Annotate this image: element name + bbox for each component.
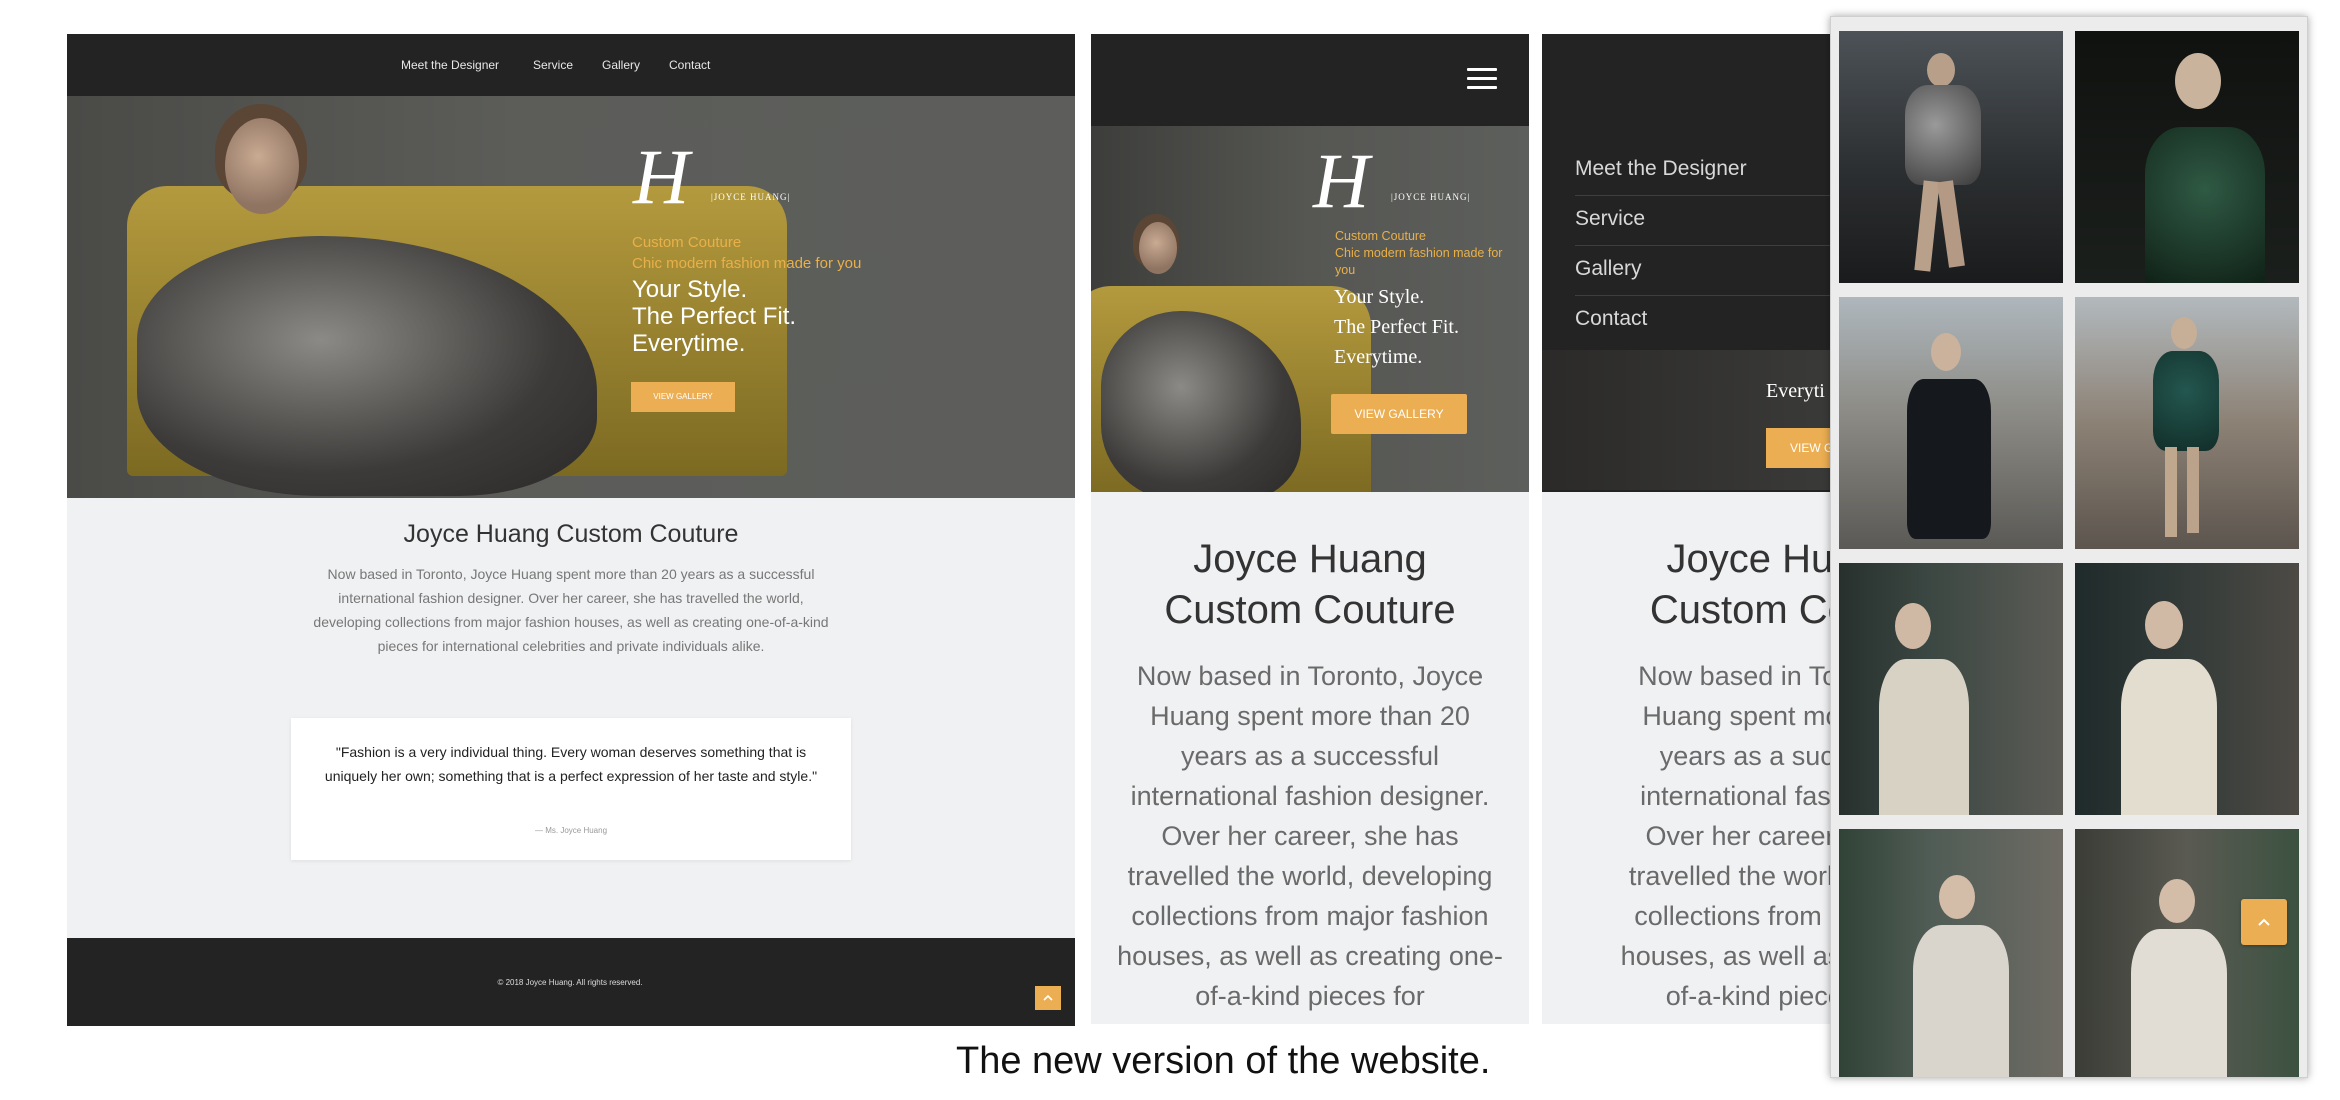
hero-headline-1: Your Style. xyxy=(632,276,748,303)
chevron-up-icon xyxy=(2258,918,2270,926)
hero-headline-2: The Perfect Fit. xyxy=(632,303,797,330)
hero-banner-peek: Everyti VIEW G xyxy=(1542,350,1832,490)
about-line: Over her career, she has xyxy=(1161,821,1459,851)
hero-tagline-2: Chic modern fashion made for you xyxy=(1335,246,1503,277)
hero-photo-face xyxy=(1139,222,1177,274)
menu-item-gallery[interactable]: Gallery xyxy=(1575,246,1832,296)
gallery-photo[interactable] xyxy=(1839,31,2063,283)
about-line: international fashion xyxy=(1640,781,1832,811)
hero-photo-face xyxy=(225,118,299,214)
quote-card: "Fashion is a very individual thing. Eve… xyxy=(291,718,851,860)
hero-tagline-1: Custom Couture xyxy=(632,234,742,251)
hero-banner: H |JOYCE HUANG| Custom Couture Chic mode… xyxy=(67,96,1075,498)
nav-service[interactable]: Service xyxy=(533,58,573,72)
section-title-line-1: Joyce Hua xyxy=(1666,537,1833,581)
mobile-top-bar xyxy=(1091,34,1529,126)
chevron-up-icon xyxy=(1043,994,1053,1001)
desktop-nav-bar: Meet the Designer Service Gallery Contac… xyxy=(67,34,1075,96)
about-text: Now based in Toronto, Joyce Huang spent … xyxy=(313,566,829,654)
gallery-photo[interactable] xyxy=(2075,563,2299,815)
quote-author: — Ms. Joyce Huang xyxy=(534,826,608,835)
about-line: Now based in Toront xyxy=(1638,661,1832,691)
view-gallery-button[interactable]: VIEW GALLERY xyxy=(1331,394,1467,434)
section-title-line-2: Custom Cou xyxy=(1649,588,1832,632)
hero-headline-1: Your Style. xyxy=(1334,286,1425,308)
about-line: collections from major fashion xyxy=(1131,901,1489,931)
about-line: Huang spent more t xyxy=(1642,701,1832,731)
section-title-line-2: Custom Couture xyxy=(1164,588,1456,632)
back-to-top-button[interactable] xyxy=(1035,986,1061,1010)
about-line: travelled the world, developing xyxy=(1127,861,1493,891)
hero-tagline-1: Custom Couture xyxy=(1335,229,1427,243)
about-line: Now based in Toronto, Joyce xyxy=(1136,661,1484,691)
menu-item-service[interactable]: Service xyxy=(1575,196,1832,246)
menu-item-meet-the-designer[interactable]: Meet the Designer xyxy=(1575,146,1832,196)
section-title: Joyce Huang Custom Couture xyxy=(1091,534,1529,636)
about-line: years as a succe xyxy=(1659,741,1832,771)
hamburger-menu-icon[interactable] xyxy=(1467,68,1497,90)
footer-copyright: © 2018 Joyce Huang. All rights reserved. xyxy=(497,978,643,987)
quote-text: "Fashion is a very individual thing. Eve… xyxy=(324,744,818,784)
hero-headline-2: The Perfect Fit. xyxy=(1334,316,1459,338)
mobile-menu-panel: Everyti VIEW G Meet the Designer Service… xyxy=(1542,34,1832,492)
gallery-screenshot xyxy=(1830,16,2308,1078)
hero-headline: Your Style. The Perfect Fit. Everytime. xyxy=(632,276,796,357)
gallery-photo[interactable] xyxy=(2075,297,2299,549)
hero-headline-3: Everytime. xyxy=(1334,346,1423,368)
hero-headline-peek: Everyti xyxy=(1766,380,1825,402)
about-line: Over her career, sh xyxy=(1645,821,1832,851)
about-line: houses, as well as creating one- xyxy=(1117,941,1503,971)
gallery-photo[interactable] xyxy=(2075,31,2299,283)
nav-meet-the-designer[interactable]: Meet the Designer xyxy=(401,58,499,72)
hero-headline-3: Everytime. xyxy=(632,330,746,357)
nav-gallery[interactable]: Gallery xyxy=(602,58,640,72)
about-text: Now based in Toront Huang spent more t y… xyxy=(1542,656,1832,1016)
mobile-screenshot: H |JOYCE HUANG| Custom Couture Chic mode… xyxy=(1091,34,1529,1024)
view-gallery-button[interactable]: VIEW G xyxy=(1766,428,1832,468)
hero-tagline: Custom Couture Chic modern fashion made … xyxy=(1335,228,1515,279)
about-line: travelled the world, de xyxy=(1628,861,1832,891)
section-title: Joyce Huang Custom Couture xyxy=(403,520,739,548)
caption-text: The new version of the website. xyxy=(956,1040,1491,1082)
about-line: collections from majo xyxy=(1634,901,1832,931)
about-text: Now based in Toronto, Joyce Huang spent … xyxy=(1091,656,1529,1016)
desktop-screenshot: Meet the Designer Service Gallery Contac… xyxy=(67,34,1075,1026)
joyce-huang-logo: H |JOYCE HUANG| xyxy=(1313,137,1471,224)
gallery-photo[interactable] xyxy=(2075,829,2299,1077)
about-line: of-a-kind pieces xyxy=(1665,981,1832,1011)
about-line: international fashion designer. xyxy=(1130,781,1490,811)
mobile-menu-screenshot: Everyti VIEW G Meet the Designer Service… xyxy=(1542,34,1832,1024)
gallery-photo[interactable] xyxy=(1839,829,2063,1077)
about-line: houses, as well as crea xyxy=(1620,941,1832,971)
about-line: Huang spent more than 20 xyxy=(1150,701,1470,731)
section-title-line-1: Joyce Huang xyxy=(1193,537,1427,581)
back-to-top-button[interactable] xyxy=(2241,899,2287,945)
joyce-huang-logo: H |JOYCE HUANG| xyxy=(633,133,791,220)
hero-tagline: Custom Couture Chic modern fashion made … xyxy=(632,232,861,274)
footer: © 2018 Joyce Huang. All rights reserved. xyxy=(67,938,1075,1026)
hero-tagline-2: Chic modern fashion made for you xyxy=(632,255,862,272)
view-gallery-button[interactable]: VIEW GALLERY xyxy=(631,382,735,412)
about-line: years as a successful xyxy=(1180,741,1440,771)
gallery-photo[interactable] xyxy=(1839,297,2063,549)
hero-headline: Your Style. The Perfect Fit. Everytime. xyxy=(1334,282,1459,372)
mobile-nav-menu: Meet the Designer Service Gallery Contac… xyxy=(1575,146,1832,346)
about-line: of-a-kind pieces for xyxy=(1195,981,1425,1011)
gallery-photo[interactable] xyxy=(1839,563,2063,815)
mobile-hero-banner: H |JOYCE HUANG| Custom Couture Chic mode… xyxy=(1091,126,1529,492)
nav-contact[interactable]: Contact xyxy=(669,58,710,72)
section-title: Joyce Hua Custom Cou xyxy=(1542,534,1832,636)
menu-item-contact[interactable]: Contact xyxy=(1575,296,1832,346)
